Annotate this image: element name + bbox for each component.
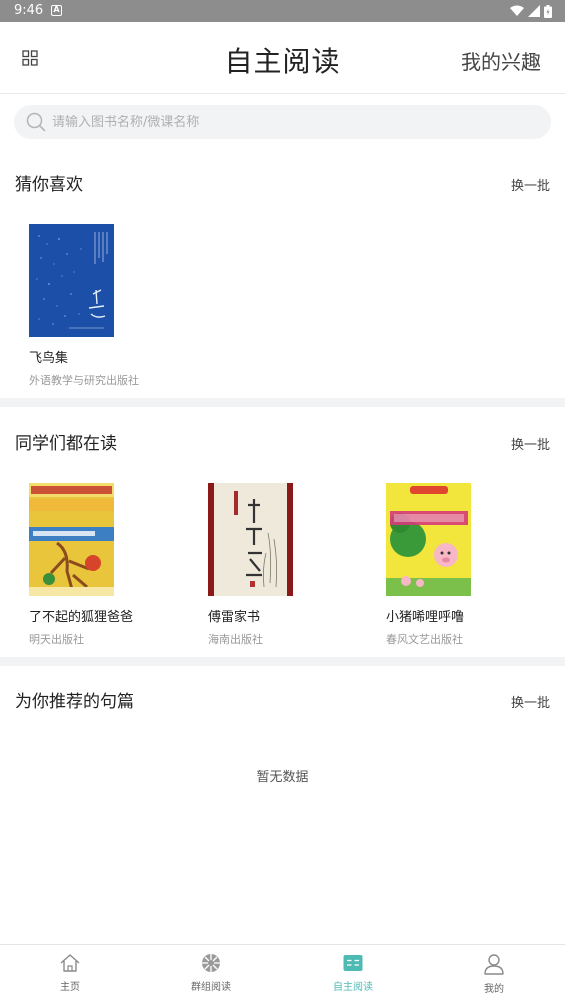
home-icon — [60, 954, 80, 972]
search-bar[interactable] — [14, 105, 551, 139]
bottom-tab-bar: 主页 群组阅读 自主阅读 我的 — [0, 944, 565, 1004]
refresh-guess-button[interactable]: 换一批 — [511, 175, 550, 194]
empty-state-text: 暂无数据 — [256, 770, 309, 785]
battery-icon — [544, 4, 552, 18]
group-icon — [202, 954, 220, 972]
status-bar: 9:46 A — [0, 0, 565, 22]
book-publisher: 明天出版社 — [29, 633, 84, 646]
tab-self-reading[interactable]: 自主阅读 — [313, 953, 393, 993]
wifi-icon — [510, 5, 524, 16]
book-title[interactable]: 小猪唏哩呼噜 — [386, 606, 536, 625]
notification-a-icon: A — [51, 5, 62, 16]
tab-label: 群组阅读 — [191, 982, 231, 993]
tab-label: 我的 — [484, 984, 504, 995]
status-time: 9:46 — [14, 3, 44, 18]
section-divider — [0, 398, 565, 407]
book-cover-art — [29, 224, 114, 337]
book-card[interactable]: 了不起的狐狸爸爸 明天出版社 — [29, 483, 179, 647]
book-publisher: 春风文艺出版社 — [386, 633, 463, 646]
search-icon — [26, 112, 46, 132]
section-divider — [0, 657, 565, 666]
tab-label: 主页 — [60, 982, 80, 993]
book-cover-art — [386, 483, 471, 596]
section-title-guess-you-like: 猜你喜欢 — [15, 175, 83, 195]
tab-home[interactable]: 主页 — [30, 953, 110, 993]
search-input[interactable] — [52, 114, 512, 130]
reading-icon — [343, 955, 363, 971]
book-cover[interactable] — [29, 224, 114, 337]
tab-group-reading[interactable]: 群组阅读 — [171, 953, 251, 993]
book-cover-art — [208, 483, 293, 596]
book-cover[interactable] — [208, 483, 293, 596]
book-card[interactable]: 飞鸟集 外语教学与研究出版社 — [29, 224, 179, 388]
book-card[interactable]: 小猪唏哩呼噜 春风文艺出版社 — [386, 483, 536, 647]
book-publisher: 海南出版社 — [208, 633, 263, 646]
book-publisher: 外语教学与研究出版社 — [29, 374, 139, 387]
refresh-passages-button[interactable]: 换一批 — [511, 692, 550, 711]
tab-profile[interactable]: 我的 — [454, 953, 534, 995]
my-interests-button[interactable]: 我的兴趣 — [461, 46, 541, 75]
app-header: 自主阅读 我的兴趣 — [0, 22, 565, 94]
book-title[interactable]: 傅雷家书 — [208, 606, 358, 625]
refresh-classmates-button[interactable]: 换一批 — [511, 434, 550, 453]
book-title[interactable]: 了不起的狐狸爸爸 — [29, 606, 179, 625]
status-icons — [510, 4, 552, 18]
tab-label: 自主阅读 — [333, 982, 373, 993]
section-title-recommended-passages: 为你推荐的句篇 — [15, 692, 134, 712]
book-card[interactable]: 傅雷家书 海南出版社 — [208, 483, 358, 647]
signal-icon — [528, 5, 540, 17]
section-title-classmates-reading: 同学们都在读 — [15, 434, 117, 454]
book-cover-art — [29, 483, 114, 596]
book-cover[interactable] — [386, 483, 471, 596]
profile-icon — [484, 954, 504, 975]
book-title[interactable]: 飞鸟集 — [29, 347, 179, 366]
book-cover[interactable] — [29, 483, 114, 596]
